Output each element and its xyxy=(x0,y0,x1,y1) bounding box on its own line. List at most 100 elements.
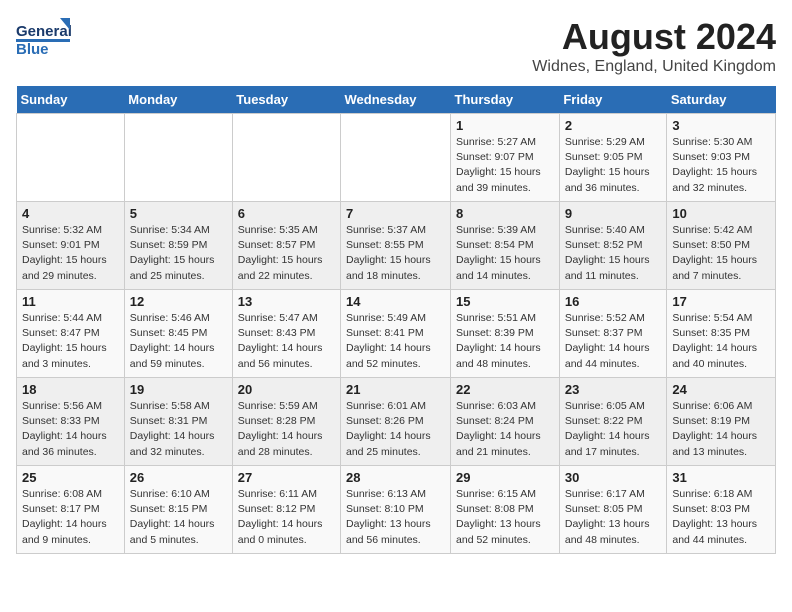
day-info: Sunrise: 6:06 AM Sunset: 8:19 PM Dayligh… xyxy=(672,399,770,460)
day-cell: 26 Sunrise: 6:10 AM Sunset: 8:15 PM Dayli… xyxy=(124,466,232,554)
day-number: 27 xyxy=(238,470,335,485)
day-cell: 14 Sunrise: 5:49 AM Sunset: 8:41 PM Dayli… xyxy=(341,290,451,378)
day-number: 7 xyxy=(346,206,445,221)
day-number: 6 xyxy=(238,206,335,221)
header-cell-tuesday: Tuesday xyxy=(232,86,340,114)
day-cell: 25 Sunrise: 6:08 AM Sunset: 8:17 PM Dayli… xyxy=(17,466,125,554)
day-number: 14 xyxy=(346,294,445,309)
day-cell: 16 Sunrise: 5:52 AM Sunset: 8:37 PM Dayli… xyxy=(559,290,667,378)
day-cell: 21 Sunrise: 6:01 AM Sunset: 8:26 PM Dayli… xyxy=(341,378,451,466)
day-number: 20 xyxy=(238,382,335,397)
day-cell: 23 Sunrise: 6:05 AM Sunset: 8:22 PM Dayli… xyxy=(559,378,667,466)
day-cell: 8 Sunrise: 5:39 AM Sunset: 8:54 PM Daylig… xyxy=(451,202,560,290)
calendar-table: SundayMondayTuesdayWednesdayThursdayFrid… xyxy=(16,86,776,554)
day-cell: 11 Sunrise: 5:44 AM Sunset: 8:47 PM Dayli… xyxy=(17,290,125,378)
day-info: Sunrise: 5:46 AM Sunset: 8:45 PM Dayligh… xyxy=(130,311,227,372)
day-cell: 12 Sunrise: 5:46 AM Sunset: 8:45 PM Dayli… xyxy=(124,290,232,378)
day-number: 3 xyxy=(672,118,770,133)
day-cell xyxy=(124,114,232,202)
day-number: 18 xyxy=(22,382,119,397)
day-cell: 22 Sunrise: 6:03 AM Sunset: 8:24 PM Dayli… xyxy=(451,378,560,466)
day-info: Sunrise: 6:01 AM Sunset: 8:26 PM Dayligh… xyxy=(346,399,445,460)
day-info: Sunrise: 6:08 AM Sunset: 8:17 PM Dayligh… xyxy=(22,487,119,548)
day-info: Sunrise: 5:58 AM Sunset: 8:31 PM Dayligh… xyxy=(130,399,227,460)
calendar-body: 1 Sunrise: 5:27 AM Sunset: 9:07 PM Daylig… xyxy=(17,114,776,554)
day-cell: 19 Sunrise: 5:58 AM Sunset: 8:31 PM Dayli… xyxy=(124,378,232,466)
day-info: Sunrise: 5:27 AM Sunset: 9:07 PM Dayligh… xyxy=(456,135,554,196)
day-number: 9 xyxy=(565,206,662,221)
day-info: Sunrise: 6:13 AM Sunset: 8:10 PM Dayligh… xyxy=(346,487,445,548)
day-cell: 31Sunrise: 6:18 AM Sunset: 8:03 PM Dayli… xyxy=(667,466,776,554)
week-row-3: 11 Sunrise: 5:44 AM Sunset: 8:47 PM Dayli… xyxy=(17,290,776,378)
day-number: 23 xyxy=(565,382,662,397)
day-cell: 5Sunrise: 5:34 AM Sunset: 8:59 PM Daylig… xyxy=(124,202,232,290)
calendar-title: August 2024 xyxy=(532,16,776,58)
svg-text:General: General xyxy=(16,23,72,40)
calendar-subtitle: Widnes, England, United Kingdom xyxy=(532,58,776,76)
day-cell: 27 Sunrise: 6:11 AM Sunset: 8:12 PM Dayli… xyxy=(232,466,340,554)
day-number: 24 xyxy=(672,382,770,397)
day-info: Sunrise: 5:29 AM Sunset: 9:05 PM Dayligh… xyxy=(565,135,662,196)
day-number: 31 xyxy=(672,470,770,485)
day-info: Sunrise: 5:49 AM Sunset: 8:41 PM Dayligh… xyxy=(346,311,445,372)
title-area: August 2024 Widnes, England, United King… xyxy=(532,16,776,76)
day-info: Sunrise: 5:44 AM Sunset: 8:47 PM Dayligh… xyxy=(22,311,119,372)
logo-icon: General Blue xyxy=(16,16,74,58)
day-info: Sunrise: 5:30 AM Sunset: 9:03 PM Dayligh… xyxy=(672,135,770,196)
day-info: Sunrise: 6:11 AM Sunset: 8:12 PM Dayligh… xyxy=(238,487,335,548)
day-info: Sunrise: 5:52 AM Sunset: 8:37 PM Dayligh… xyxy=(565,311,662,372)
week-row-1: 1 Sunrise: 5:27 AM Sunset: 9:07 PM Daylig… xyxy=(17,114,776,202)
day-cell: 4Sunrise: 5:32 AM Sunset: 9:01 PM Daylig… xyxy=(17,202,125,290)
day-cell: 17Sunrise: 5:54 AM Sunset: 8:35 PM Dayli… xyxy=(667,290,776,378)
day-number: 29 xyxy=(456,470,554,485)
day-number: 11 xyxy=(22,294,119,309)
day-cell xyxy=(341,114,451,202)
day-number: 13 xyxy=(238,294,335,309)
day-cell: 10Sunrise: 5:42 AM Sunset: 8:50 PM Dayli… xyxy=(667,202,776,290)
day-cell: 18 Sunrise: 5:56 AM Sunset: 8:33 PM Dayli… xyxy=(17,378,125,466)
day-info: Sunrise: 5:35 AM Sunset: 8:57 PM Dayligh… xyxy=(238,223,335,284)
week-row-4: 18 Sunrise: 5:56 AM Sunset: 8:33 PM Dayli… xyxy=(17,378,776,466)
day-info: Sunrise: 6:17 AM Sunset: 8:05 PM Dayligh… xyxy=(565,487,662,548)
day-info: Sunrise: 5:40 AM Sunset: 8:52 PM Dayligh… xyxy=(565,223,662,284)
day-cell: 9 Sunrise: 5:40 AM Sunset: 8:52 PM Daylig… xyxy=(559,202,667,290)
day-cell: 13 Sunrise: 5:47 AM Sunset: 8:43 PM Dayli… xyxy=(232,290,340,378)
header-cell-wednesday: Wednesday xyxy=(341,86,451,114)
week-row-2: 4Sunrise: 5:32 AM Sunset: 9:01 PM Daylig… xyxy=(17,202,776,290)
day-number: 16 xyxy=(565,294,662,309)
day-info: Sunrise: 5:34 AM Sunset: 8:59 PM Dayligh… xyxy=(130,223,227,284)
day-info: Sunrise: 5:32 AM Sunset: 9:01 PM Dayligh… xyxy=(22,223,119,284)
day-number: 19 xyxy=(130,382,227,397)
day-number: 17 xyxy=(672,294,770,309)
header-row: SundayMondayTuesdayWednesdayThursdayFrid… xyxy=(17,86,776,114)
day-cell: 28 Sunrise: 6:13 AM Sunset: 8:10 PM Dayli… xyxy=(341,466,451,554)
day-info: Sunrise: 5:51 AM Sunset: 8:39 PM Dayligh… xyxy=(456,311,554,372)
day-number: 12 xyxy=(130,294,227,309)
day-info: Sunrise: 5:37 AM Sunset: 8:55 PM Dayligh… xyxy=(346,223,445,284)
day-info: Sunrise: 5:56 AM Sunset: 8:33 PM Dayligh… xyxy=(22,399,119,460)
svg-text:Blue: Blue xyxy=(16,41,49,58)
day-cell: 6 Sunrise: 5:35 AM Sunset: 8:57 PM Daylig… xyxy=(232,202,340,290)
day-number: 1 xyxy=(456,118,554,133)
calendar-header: SundayMondayTuesdayWednesdayThursdayFrid… xyxy=(17,86,776,114)
day-cell: 24 Sunrise: 6:06 AM Sunset: 8:19 PM Dayli… xyxy=(667,378,776,466)
day-info: Sunrise: 6:03 AM Sunset: 8:24 PM Dayligh… xyxy=(456,399,554,460)
day-number: 2 xyxy=(565,118,662,133)
day-cell: 29Sunrise: 6:15 AM Sunset: 8:08 PM Dayli… xyxy=(451,466,560,554)
day-number: 21 xyxy=(346,382,445,397)
week-row-5: 25 Sunrise: 6:08 AM Sunset: 8:17 PM Dayli… xyxy=(17,466,776,554)
day-info: Sunrise: 6:05 AM Sunset: 8:22 PM Dayligh… xyxy=(565,399,662,460)
header-cell-thursday: Thursday xyxy=(451,86,560,114)
day-number: 28 xyxy=(346,470,445,485)
day-number: 25 xyxy=(22,470,119,485)
day-number: 30 xyxy=(565,470,662,485)
day-info: Sunrise: 5:47 AM Sunset: 8:43 PM Dayligh… xyxy=(238,311,335,372)
header: General Blue August 2024 Widnes, England… xyxy=(16,16,776,76)
day-info: Sunrise: 5:39 AM Sunset: 8:54 PM Dayligh… xyxy=(456,223,554,284)
day-info: Sunrise: 6:10 AM Sunset: 8:15 PM Dayligh… xyxy=(130,487,227,548)
day-number: 22 xyxy=(456,382,554,397)
day-info: Sunrise: 5:42 AM Sunset: 8:50 PM Dayligh… xyxy=(672,223,770,284)
day-number: 8 xyxy=(456,206,554,221)
header-cell-sunday: Sunday xyxy=(17,86,125,114)
day-number: 26 xyxy=(130,470,227,485)
